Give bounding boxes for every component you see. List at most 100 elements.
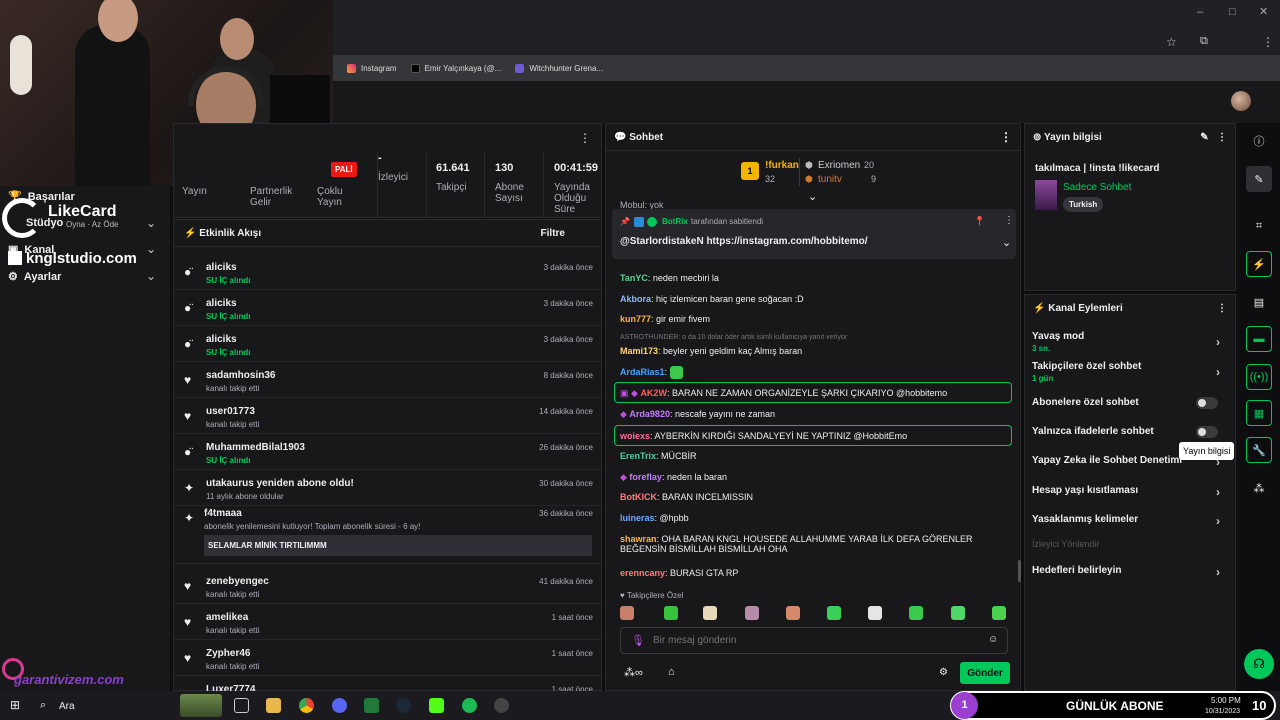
chevron-right-icon[interactable]: › bbox=[1216, 514, 1220, 528]
emote-icon[interactable] bbox=[992, 606, 1006, 620]
chat-username[interactable]: luineras bbox=[620, 513, 655, 523]
bolt-icon[interactable]: ⚡ bbox=[1246, 251, 1272, 277]
emote-menu-icon[interactable]: ⁂∞ bbox=[624, 666, 643, 679]
minimize-icon[interactable]: – bbox=[1197, 6, 1203, 18]
windows-start-icon[interactable]: ⊞ bbox=[10, 698, 20, 712]
chat-username[interactable]: Mami173 bbox=[620, 346, 658, 356]
channel-action[interactable]: Hedefleri belirleyin › bbox=[1032, 565, 1228, 579]
spotify-icon[interactable] bbox=[462, 698, 477, 713]
browser-menu-icon[interactable]: ⋮ bbox=[1262, 35, 1274, 49]
task-view-icon[interactable] bbox=[234, 698, 249, 713]
menu-icon[interactable]: ⋮ bbox=[1217, 132, 1227, 143]
chevron-down-icon[interactable]: ⌄ bbox=[146, 269, 156, 283]
search-icon[interactable]: ⌕ bbox=[40, 699, 46, 712]
toggle-switch[interactable] bbox=[1196, 426, 1218, 438]
chat-username[interactable]: shawran bbox=[620, 534, 657, 544]
bookmark-x[interactable]: Emir Yalçınkaya (@... bbox=[410, 63, 501, 73]
nav-settings[interactable]: ⚙ Ayarlar bbox=[8, 270, 61, 284]
broadcast-icon[interactable]: ((•)) bbox=[1246, 364, 1272, 390]
tag-badge[interactable]: Turkish bbox=[1063, 197, 1104, 212]
edit-icon[interactable]: ✎ bbox=[1246, 166, 1272, 192]
send-button[interactable]: Gönder bbox=[960, 662, 1010, 684]
chat-username[interactable]: Akbora bbox=[620, 294, 651, 304]
layout-icon[interactable]: ▦ bbox=[1246, 400, 1272, 426]
edit-icon[interactable]: ✎ bbox=[1200, 132, 1208, 143]
channel-action[interactable]: Abonelere özel sohbet bbox=[1032, 397, 1228, 409]
chat-menu-icon[interactable]: ⋮ bbox=[1000, 130, 1012, 144]
menu-icon[interactable]: ⋮ bbox=[1217, 303, 1227, 314]
category-link[interactable]: Sadece Sohbet bbox=[1063, 182, 1131, 193]
discord-icon[interactable] bbox=[332, 698, 347, 713]
toggle-switch[interactable] bbox=[1196, 397, 1218, 409]
emote-icon[interactable] bbox=[745, 606, 759, 620]
emote-icon[interactable] bbox=[951, 606, 965, 620]
emote-icon[interactable] bbox=[703, 606, 717, 620]
scrollbar[interactable] bbox=[1018, 560, 1021, 582]
chat-username[interactable]: erenncany bbox=[620, 568, 665, 578]
emote-icon[interactable] bbox=[868, 606, 882, 620]
chat-username[interactable]: BotKICK bbox=[620, 492, 657, 502]
activity-item: ♥ zenebyengec kanalı takip etti 41 dakika ö… bbox=[174, 570, 603, 604]
notes-icon[interactable]: ▤ bbox=[1246, 289, 1272, 315]
microphone-icon[interactable]: 🎙 bbox=[631, 634, 645, 647]
chevron-down-icon[interactable]: ⌄ bbox=[1002, 236, 1011, 249]
chat-username[interactable]: ErenTrix bbox=[620, 451, 656, 461]
chat-username[interactable]: Arda9820 bbox=[629, 409, 670, 419]
steam-icon[interactable] bbox=[396, 698, 411, 713]
activity-item: ♥ Zypher46 kanalı takip etti 1 saat önce bbox=[174, 642, 603, 676]
expand-chevron-icon[interactable]: ⌄ bbox=[808, 190, 817, 203]
emote-icon[interactable] bbox=[620, 606, 634, 620]
channel-action[interactable]: Yalnızca ifadelerle sohbet bbox=[1032, 426, 1228, 438]
pinned-menu-icon[interactable]: ⋮ bbox=[1004, 215, 1014, 226]
close-window-icon[interactable]: ✕ bbox=[1259, 5, 1268, 18]
emote-icon[interactable] bbox=[827, 606, 841, 620]
emote-icon[interactable] bbox=[786, 606, 800, 620]
xbox-icon[interactable] bbox=[364, 698, 379, 713]
store-icon[interactable]: ⌂ bbox=[668, 666, 675, 678]
bookmark-witchhunter[interactable]: Witchhunter Grena... bbox=[515, 63, 603, 73]
maximize-icon[interactable]: □ bbox=[1229, 6, 1236, 18]
channel-action[interactable]: Yasaklanmış kelimeler › bbox=[1032, 514, 1228, 528]
unpin-icon[interactable]: 📍 bbox=[974, 216, 985, 227]
chevron-down-icon[interactable]: ⌄ bbox=[146, 216, 156, 230]
channel-action[interactable]: Yavaş mod 3 sn. › bbox=[1032, 331, 1228, 353]
help-button[interactable]: ☊ bbox=[1244, 649, 1274, 679]
chat-username[interactable]: foreflay bbox=[629, 472, 662, 482]
extensions-icon[interactable]: ⧉ bbox=[1200, 35, 1208, 48]
crop-icon[interactable]: ⌗ bbox=[1246, 213, 1272, 239]
chat-username[interactable]: TanYC bbox=[620, 273, 648, 283]
community-icon[interactable]: ⁂ bbox=[1246, 475, 1272, 501]
filter-button[interactable]: Filtre bbox=[541, 228, 565, 239]
chat-username[interactable]: woiexs bbox=[620, 431, 650, 441]
obs-icon[interactable] bbox=[494, 698, 509, 713]
emoji-icon[interactable]: ☺ bbox=[988, 634, 998, 645]
chat-username[interactable]: AK2W bbox=[640, 388, 667, 398]
chevron-right-icon[interactable]: › bbox=[1216, 565, 1220, 579]
chevron-right-icon[interactable]: › bbox=[1216, 365, 1220, 379]
emote-icon[interactable] bbox=[664, 606, 678, 620]
chat-input[interactable] bbox=[620, 627, 1008, 654]
avatar[interactable] bbox=[1231, 91, 1251, 111]
chevron-right-icon[interactable]: › bbox=[1216, 485, 1220, 499]
emote-icon[interactable] bbox=[909, 606, 923, 620]
chevron-down-icon[interactable]: ⌄ bbox=[146, 242, 156, 256]
bookmark-star-icon[interactable]: ☆ bbox=[1166, 35, 1177, 49]
stat-label: Abone Sayısı bbox=[495, 182, 524, 204]
file-explorer-icon[interactable] bbox=[266, 698, 281, 713]
chat-icon[interactable]: ▬ bbox=[1246, 326, 1272, 352]
channel-action[interactable]: Hesap yaşı kısıtlaması › bbox=[1032, 485, 1228, 499]
gear-icon[interactable]: ⚙ bbox=[939, 667, 948, 678]
bookmark-instagram[interactable]: Instagram bbox=[347, 63, 397, 73]
channel-action[interactable]: Takipçilere özel sohbet 1 gün › bbox=[1032, 361, 1228, 383]
taskbar-search[interactable]: Ara bbox=[59, 701, 75, 712]
wrench-icon[interactable]: 🔧 bbox=[1246, 437, 1272, 463]
pinned-text[interactable]: @StarlordistakeN https://instagram.com/h… bbox=[620, 236, 868, 247]
chrome-icon[interactable] bbox=[299, 698, 314, 713]
chat-username[interactable]: ArdaRias1 bbox=[620, 367, 665, 377]
chat-username[interactable]: kun777 bbox=[620, 314, 651, 324]
resub-item: ✦ f4tmaaa abonelik yenilemesini kutluyor… bbox=[174, 502, 603, 564]
panel-menu-icon[interactable]: ⋮ bbox=[579, 131, 591, 145]
info-icon[interactable]: ⓘ bbox=[1246, 128, 1272, 154]
kick-icon[interactable] bbox=[429, 698, 444, 713]
chevron-right-icon[interactable]: › bbox=[1216, 335, 1220, 349]
